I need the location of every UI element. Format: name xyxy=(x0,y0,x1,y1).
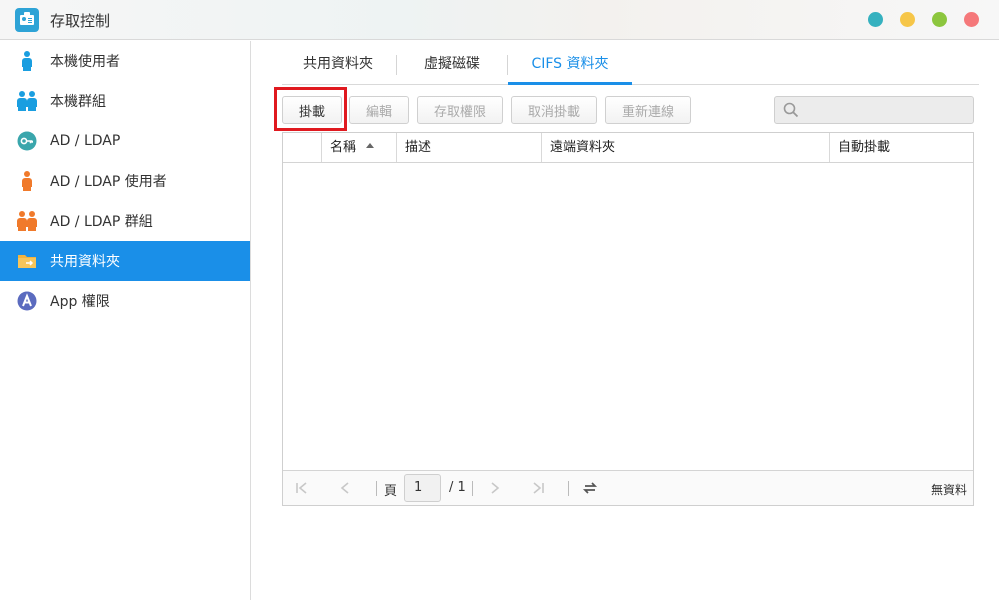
sidebar-item-app-permissions[interactable]: App 權限 xyxy=(0,281,250,321)
sidebar: 本機使用者 本機群組 AD / LDAP AD / LDAP 使用者 AD / … xyxy=(0,41,251,600)
sort-ascending-icon xyxy=(366,143,375,148)
refresh-icon[interactable] xyxy=(582,480,598,496)
ad-ldap-key-icon xyxy=(17,131,37,151)
sidebar-item-ad-ldap[interactable]: AD / LDAP xyxy=(0,121,250,161)
sidebar-item-ad-ldap-groups[interactable]: AD / LDAP 群組 xyxy=(0,201,250,241)
search-icon xyxy=(783,102,799,118)
column-header-description[interactable]: 描述 xyxy=(396,133,541,162)
unmount-button[interactable]: 取消掛載 xyxy=(511,96,597,124)
sidebar-item-label: 本機群組 xyxy=(50,94,106,110)
access-permission-button[interactable]: 存取權限 xyxy=(417,96,503,124)
app-permission-icon xyxy=(17,291,37,311)
sidebar-item-label: App 權限 xyxy=(50,294,110,310)
close-button[interactable] xyxy=(964,12,979,27)
sidebar-item-label: AD / LDAP 使用者 xyxy=(50,174,167,190)
shared-folder-icon xyxy=(17,251,37,271)
mount-button[interactable]: 掛載 xyxy=(282,96,342,124)
sidebar-item-ad-ldap-users[interactable]: AD / LDAP 使用者 xyxy=(0,161,250,201)
ad-ldap-group-icon xyxy=(17,211,37,231)
title-bar: 存取控制 xyxy=(0,0,999,40)
pagination-bar: 頁 1 / 1 無資料 xyxy=(283,470,973,505)
edit-button[interactable]: 編輯 xyxy=(349,96,409,124)
pager-divider xyxy=(568,481,569,496)
cifs-folder-table: 名稱 描述 遠端資料夾 自動掛載 頁 1 / 1 無資料 xyxy=(282,132,974,506)
maximize-button[interactable] xyxy=(932,12,947,27)
pager-divider xyxy=(472,481,473,496)
search-input[interactable] xyxy=(774,96,974,124)
local-user-icon xyxy=(17,51,37,71)
sidebar-item-local-groups[interactable]: 本機群組 xyxy=(0,81,250,121)
table-header: 名稱 描述 遠端資料夾 自動掛載 xyxy=(283,133,973,163)
help-button[interactable] xyxy=(900,12,915,27)
no-data-status: 無資料 xyxy=(930,483,967,497)
tab-divider xyxy=(396,55,397,75)
first-page-icon[interactable] xyxy=(295,481,309,495)
column-header-auto-mount[interactable]: 自動掛載 xyxy=(829,133,973,162)
column-header-select[interactable] xyxy=(283,133,321,162)
reconnect-button[interactable]: 重新連線 xyxy=(605,96,691,124)
next-page-icon[interactable] xyxy=(488,481,502,495)
minimize-button[interactable] xyxy=(868,12,883,27)
sidebar-item-label: AD / LDAP xyxy=(50,133,121,149)
sidebar-item-shared-folders[interactable]: 共用資料夾 xyxy=(0,241,250,281)
access-control-app-icon xyxy=(15,8,39,32)
page-number-input[interactable]: 1 xyxy=(404,474,441,502)
window-title: 存取控制 xyxy=(50,12,111,30)
column-header-name[interactable]: 名稱 xyxy=(321,133,396,162)
previous-page-icon[interactable] xyxy=(338,481,352,495)
pager-divider xyxy=(376,481,377,496)
last-page-icon[interactable] xyxy=(531,481,545,495)
tab-shared-folders[interactable]: 共用資料夾 xyxy=(282,49,394,85)
sidebar-item-local-users[interactable]: 本機使用者 xyxy=(0,41,250,81)
tab-bar: 共用資料夾 虛擬磁碟 CIFS 資料夾 xyxy=(282,49,979,85)
sidebar-item-label: 本機使用者 xyxy=(50,54,120,70)
sidebar-item-label: 共用資料夾 xyxy=(50,254,120,270)
column-header-label: 名稱 xyxy=(330,140,357,155)
ad-ldap-user-icon xyxy=(17,171,37,191)
tab-cifs-folders[interactable]: CIFS 資料夾 xyxy=(508,49,632,85)
tab-virtual-disk[interactable]: 虛擬磁碟 xyxy=(398,49,506,85)
local-group-icon xyxy=(17,91,37,111)
sidebar-item-label: AD / LDAP 群組 xyxy=(50,214,153,230)
page-label: 頁 xyxy=(384,484,398,499)
column-header-remote-folder[interactable]: 遠端資料夾 xyxy=(541,133,829,162)
total-pages: / 1 xyxy=(449,480,466,495)
